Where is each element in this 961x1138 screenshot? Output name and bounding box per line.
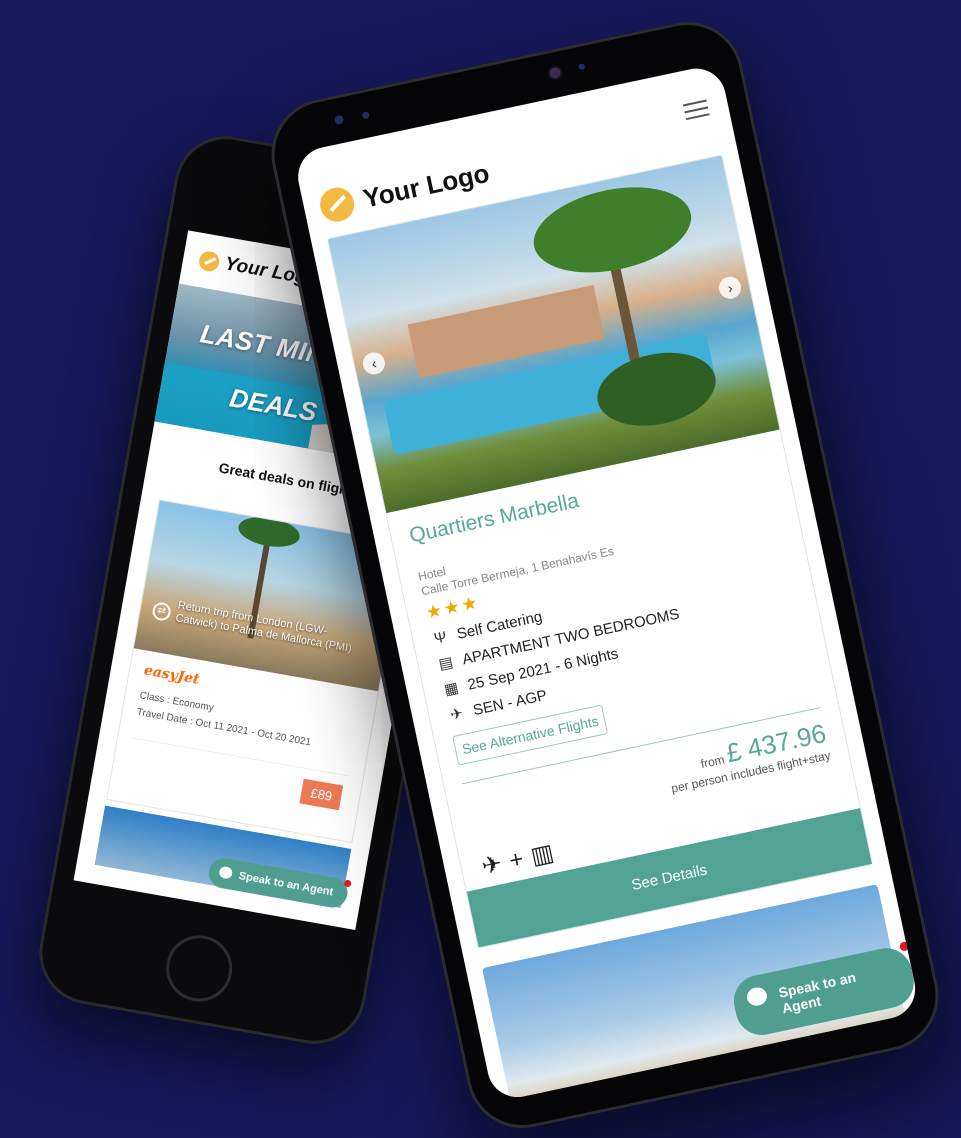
hamburger-icon[interactable] xyxy=(682,95,711,125)
plus-sign: + xyxy=(506,844,527,875)
price-row: £89 xyxy=(124,737,349,820)
iris-sensor xyxy=(578,63,586,71)
price-prefix: from xyxy=(699,752,726,772)
cutlery-icon: Ψ xyxy=(432,628,449,648)
carousel-next-icon[interactable]: › xyxy=(716,274,744,301)
chat-icon xyxy=(218,865,234,880)
front-camera xyxy=(548,66,562,80)
calendar-icon: ▦ xyxy=(442,679,461,699)
logo-icon xyxy=(316,184,358,225)
hotel-card-body: Quartiers Marbella Hotel Calle Torre Ber… xyxy=(386,430,872,948)
return-trip-icon: ⇄ xyxy=(151,601,173,622)
proximity-sensor xyxy=(333,114,345,126)
logo-icon[interactable] xyxy=(197,249,221,274)
front-phone-screen: Your Logo ‹ › Quartiers Marbella Hotel C… xyxy=(292,63,921,1103)
notification-dot xyxy=(898,941,910,952)
bed-icon: ▤ xyxy=(437,653,455,674)
chat-icon xyxy=(745,985,769,1008)
agent-button-label: Speak to an Agent xyxy=(777,968,858,1017)
trip-description: Return trip from London (LGW-Catwick) to… xyxy=(174,599,353,655)
carousel-prev-icon[interactable]: ‹ xyxy=(360,350,388,377)
hotel-building-icon: ▥ xyxy=(528,839,557,871)
home-button[interactable] xyxy=(160,930,238,1007)
hotel-card: ‹ › Quartiers Marbella Hotel Calle Torre… xyxy=(326,154,874,949)
notification-dot xyxy=(343,879,352,888)
agent-button-label: Speak to an Agent xyxy=(237,870,335,899)
plane-icon: ✈ xyxy=(448,704,465,724)
palm-leaves-image xyxy=(525,174,699,286)
logo-text: Your Logo xyxy=(360,157,492,214)
plane-icon: ✈ xyxy=(479,850,505,881)
flight-route: SEN - AGP xyxy=(471,686,549,719)
price-badge[interactable]: £89 xyxy=(299,778,344,811)
light-sensor xyxy=(361,111,370,120)
